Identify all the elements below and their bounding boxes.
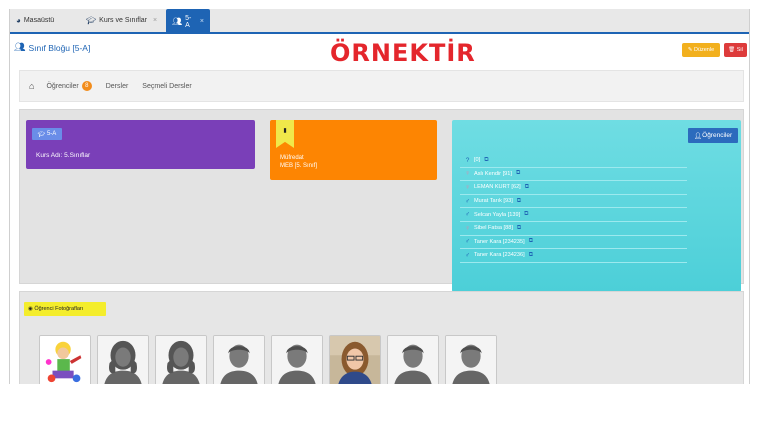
student-name: Taner Kara [234236] xyxy=(474,252,525,259)
photo-thumbnails xyxy=(39,335,497,384)
male-icon: ♂ xyxy=(465,197,470,205)
student-name: Murat Tarık [93] xyxy=(474,198,513,205)
app-window: ◕ Masaüstü 🎓︎ Kurs ve Sınıflar × 👥︎ 5-A … xyxy=(9,9,750,384)
student-name: Selcan Yayla [139] xyxy=(474,211,521,218)
screen: ◕ Masaüstü 🎓︎ Kurs ve Sınıflar × 👥︎ 5-A … xyxy=(0,0,761,430)
external-link-icon[interactable]: ⧉ xyxy=(517,198,521,205)
close-icon[interactable]: × xyxy=(200,18,204,25)
graduation-cap-icon: 🎓︎ xyxy=(37,131,47,138)
tab-courses[interactable]: 🎓︎ Kurs ve Sınıflar × xyxy=(80,9,166,32)
student-name: [0] xyxy=(474,157,481,164)
student-row[interactable]: ♂ Murat Tarık [93] ⧉ xyxy=(460,195,687,209)
curriculum-card: ▮ Müfredat MEB [5. Sınıf] xyxy=(270,120,437,180)
curriculum-value: MEB [5. Sınıf] xyxy=(280,163,318,169)
tab-label: Kurs ve Sınıflar xyxy=(99,17,148,24)
nav-electives[interactable]: Seçmeli Dersler xyxy=(142,83,191,90)
student-photo[interactable] xyxy=(329,335,381,384)
course-name: Kurs Adı: 5.Sınıflar xyxy=(36,152,91,159)
student-name: Sibel Fatsa [88] xyxy=(474,225,513,232)
close-icon[interactable]: × xyxy=(153,17,157,24)
user-icon: 👤︎ xyxy=(693,132,703,140)
page-title: 👥︎ Sınıf Bloğu [5-A] xyxy=(14,42,90,53)
graduation-cap-icon: 🎓︎ xyxy=(86,16,97,25)
tab-class-5a[interactable]: 👥︎ 5-A × xyxy=(166,9,210,34)
delete-button[interactable]: 🗑︎ Sil xyxy=(724,43,747,57)
edit-button[interactable]: ✎ Düzenle xyxy=(682,43,720,57)
class-overview-panel: 🎓︎ 5-A Kurs Adı: 5.Sınıflar ▮ Müfredat M… xyxy=(19,109,744,292)
tab-bar: ◕ Masaüstü 🎓︎ Kurs ve Sınıflar × 👥︎ 5-A … xyxy=(10,9,749,34)
users-icon: 👥︎ xyxy=(14,42,26,52)
tab-dashboard[interactable]: ◕ Masaüstü xyxy=(10,9,80,32)
external-link-icon[interactable]: ⧉ xyxy=(516,170,520,177)
external-link-icon[interactable]: ⧉ xyxy=(525,184,529,191)
student-photo[interactable] xyxy=(271,335,323,384)
female-icon: ♀ xyxy=(465,183,470,191)
students-button[interactable]: 👤︎ Öğrenciler xyxy=(688,128,738,143)
external-link-icon[interactable]: ⧉ xyxy=(529,238,533,245)
nav-lessons[interactable]: Dersler xyxy=(106,83,129,90)
student-count-badge: 8 xyxy=(81,81,92,91)
external-link-icon[interactable]: ⧉ xyxy=(517,225,521,232)
student-row[interactable]: ? [0] ⧉ xyxy=(460,154,687,168)
students-button-label: Öğrenciler xyxy=(702,132,733,139)
student-name: Aslı Kendir [91] xyxy=(474,170,512,177)
edit-label: Düzenle xyxy=(693,47,715,53)
student-photo[interactable] xyxy=(97,335,149,384)
delete-label: Sil xyxy=(736,47,743,53)
photos-label: Öğrenci Fotoğrafları xyxy=(34,306,84,312)
student-photo[interactable] xyxy=(445,335,497,384)
breadcrumb: ⌂ Öğrenciler 8 Dersler Seçmeli Dersler xyxy=(19,70,744,102)
student-row[interactable]: ♂ Taner Kara [234236] ⧉ xyxy=(460,249,687,263)
home-icon[interactable]: ⌂ xyxy=(29,81,34,91)
female-icon: ♀ xyxy=(465,170,470,178)
class-tag: 🎓︎ 5-A xyxy=(32,128,62,140)
trash-icon: 🗑︎ xyxy=(728,47,737,53)
page-title-text: Sınıf Bloğu [5-A] xyxy=(28,42,91,53)
external-link-icon[interactable]: ⧉ xyxy=(484,157,488,164)
dashboard-icon: ◕ xyxy=(16,16,21,25)
curriculum-title: Müfredat xyxy=(280,155,304,161)
student-photo[interactable] xyxy=(213,335,265,384)
students-card: 👤︎ Öğrenciler ? [0] ⧉ ♀ Aslı Kendir [91] ⧉ ♀ LE… xyxy=(452,120,741,292)
tab-label: Masaüstü xyxy=(23,17,55,24)
nav-students-label: Öğrenciler xyxy=(46,82,79,90)
student-photo[interactable] xyxy=(387,335,439,384)
student-name: LEMAN KURT [62] xyxy=(474,184,521,191)
student-photos-panel: ◉ Öğrenci Fotoğrafları xyxy=(19,291,744,384)
student-row[interactable]: ♀ Sibel Fatsa [88] ⧉ xyxy=(460,222,687,236)
book-ribbon-icon: ▮ xyxy=(276,120,294,148)
external-link-icon[interactable]: ⧉ xyxy=(529,252,533,259)
nav-students[interactable]: Öğrenciler 8 xyxy=(46,81,92,91)
male-icon: ♂ xyxy=(465,238,470,246)
male-icon: ♂ xyxy=(465,251,470,259)
female-icon: ♀ xyxy=(465,224,470,232)
student-photo[interactable] xyxy=(39,335,91,384)
external-link-icon[interactable]: ⧉ xyxy=(524,211,528,218)
student-photo[interactable] xyxy=(155,335,207,384)
male-icon: ♂ xyxy=(465,211,470,219)
student-row[interactable]: ♀ LEMAN KURT [62] ⧉ xyxy=(460,181,687,195)
tab-label: 5-A xyxy=(185,14,192,29)
users-icon: 👥︎ xyxy=(172,17,183,26)
photos-label-badge: ◉ Öğrenci Fotoğrafları xyxy=(24,302,106,316)
question-icon: ? xyxy=(465,156,470,164)
page-header: 👥︎ Sınıf Bloğu [5-A] ÖRNEKTİR ✎ Düzenle … xyxy=(10,39,749,67)
student-name: Taner Kara [234235] xyxy=(474,238,525,245)
watermark: ÖRNEKTİR xyxy=(330,39,476,67)
student-row[interactable]: ♀ Aslı Kendir [91] ⧉ xyxy=(460,168,687,182)
student-row[interactable]: ♂ Selcan Yayla [139] ⧉ xyxy=(460,208,687,222)
class-tag-label: 5-A xyxy=(46,131,57,137)
student-row[interactable]: ♂ Taner Kara [234235] ⧉ xyxy=(460,236,687,250)
student-list: ? [0] ⧉ ♀ Aslı Kendir [91] ⧉ ♀ LEMAN KURT [62] ⧉… xyxy=(460,154,687,263)
class-card: 🎓︎ 5-A Kurs Adı: 5.Sınıflar xyxy=(26,120,255,169)
